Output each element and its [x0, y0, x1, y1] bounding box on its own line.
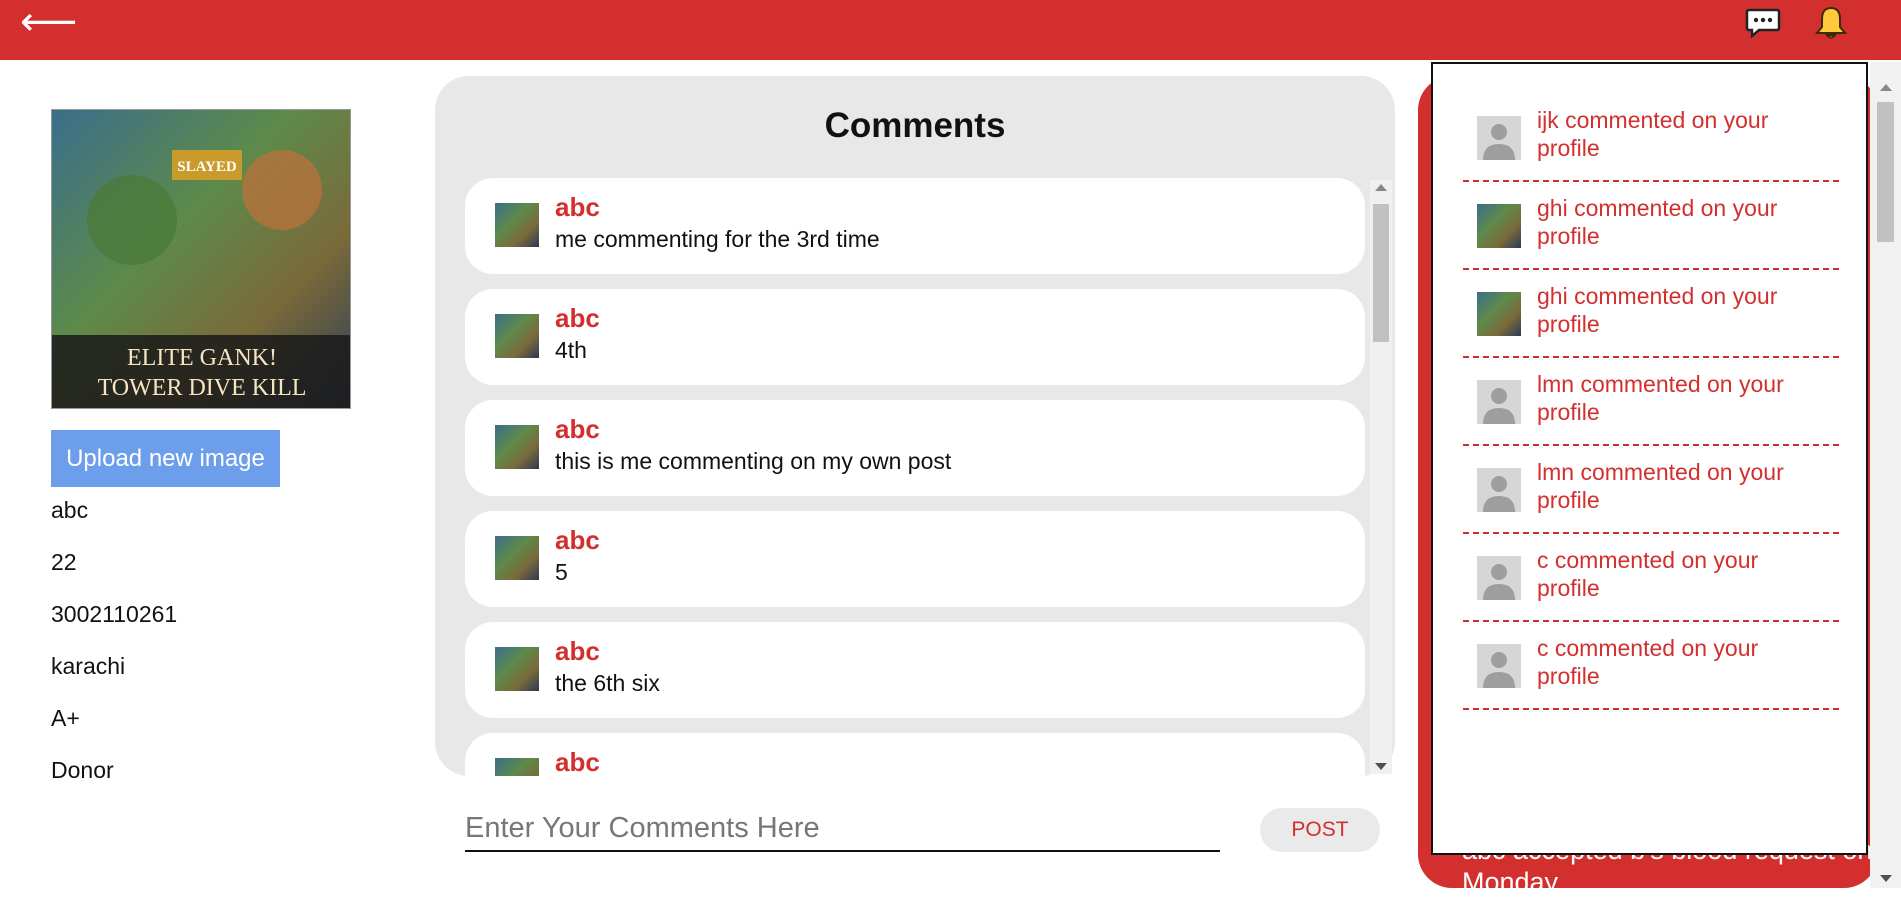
- default-avatar-icon: [1477, 116, 1521, 160]
- comment-text: me commenting for the 3rd time: [555, 226, 880, 252]
- comment-card: abc 4th: [465, 289, 1365, 385]
- notification-item[interactable]: ghi commented on your profile: [1463, 182, 1839, 270]
- comments-title: Comments: [824, 106, 1006, 145]
- comments-panel: Comments abc me commenting for the 3rd t…: [435, 76, 1395, 776]
- default-avatar-icon: [1477, 644, 1521, 688]
- comment-text: 4th: [555, 337, 587, 363]
- comment-avatar: [495, 314, 539, 358]
- notification-text: ghi commented on your profile: [1537, 195, 1778, 249]
- comments-scrollbar[interactable]: [1370, 180, 1392, 774]
- comment-author[interactable]: abc: [555, 303, 600, 334]
- comment-card: abc me commenting for the 3rd time: [465, 178, 1365, 274]
- notifications-dropdown: ijk commented on your profile ghi commen…: [1431, 62, 1868, 855]
- notification-text: c commented on your profile: [1537, 635, 1759, 689]
- user-avatar: [1477, 292, 1521, 336]
- user-avatar: [1477, 204, 1521, 248]
- profile-name: abc: [51, 497, 89, 523]
- comment-avatar: [495, 536, 539, 580]
- notification-item[interactable]: ghi commented on your profile: [1463, 270, 1839, 358]
- comment-text: 5: [555, 559, 568, 585]
- comment-text: this is me commenting on my own post: [555, 448, 952, 474]
- comment-card: abc this is me commenting on my own post: [465, 400, 1365, 496]
- comment-author[interactable]: abc: [555, 192, 600, 223]
- page-scrollbar[interactable]: [1870, 62, 1901, 888]
- comment-author[interactable]: abc: [555, 747, 600, 776]
- scroll-up-icon[interactable]: [1880, 84, 1892, 91]
- comment-author[interactable]: abc: [555, 525, 600, 556]
- profile-phone: 3002110261: [51, 601, 178, 627]
- chat-bubble-icon[interactable]: [1745, 8, 1781, 38]
- comment-avatar: [495, 203, 539, 247]
- notification-text: c commented on your profile: [1537, 547, 1759, 601]
- svg-text:TOWER DIVE KILL: TOWER DIVE KILL: [98, 375, 307, 401]
- svg-text:SLAYED: SLAYED: [177, 159, 237, 175]
- scrollbar-thumb[interactable]: [1373, 204, 1389, 342]
- comment-text: the 6th six: [555, 670, 660, 696]
- profile-city: karachi: [51, 653, 126, 679]
- scroll-down-icon[interactable]: [1375, 763, 1387, 770]
- profile-role: Donor: [51, 757, 114, 783]
- scroll-down-icon[interactable]: [1880, 875, 1892, 882]
- notification-item[interactable]: lmn commented on your profile: [1463, 446, 1839, 534]
- default-avatar-icon: [1477, 380, 1521, 424]
- comment-input[interactable]: [465, 806, 1220, 852]
- default-avatar-icon: [1477, 468, 1521, 512]
- top-bar: ⟵: [0, 0, 1901, 60]
- bell-icon[interactable]: [1814, 5, 1848, 41]
- scroll-up-icon[interactable]: [1375, 184, 1387, 191]
- profile-age: 22: [51, 549, 77, 575]
- notification-text: lmn commented on your profile: [1537, 371, 1784, 425]
- profile-image: SLAYED ELITE GANK! TOWER DIVE KILL: [51, 109, 351, 409]
- post-button[interactable]: POST: [1260, 808, 1380, 852]
- notification-item[interactable]: c commented on your profile: [1463, 622, 1839, 710]
- comment-author[interactable]: abc: [555, 414, 600, 445]
- comment-card: abc: [465, 733, 1365, 776]
- comment-author[interactable]: abc: [555, 636, 600, 667]
- comment-avatar: [495, 647, 539, 691]
- scrollbar-thumb[interactable]: [1877, 102, 1894, 242]
- default-avatar-icon: [1477, 556, 1521, 600]
- arrow-left-icon[interactable]: ⟵: [20, 2, 77, 42]
- comment-avatar: [495, 758, 539, 776]
- notification-item[interactable]: ijk commented on your profile: [1463, 94, 1839, 182]
- comment-card: abc the 6th six: [465, 622, 1365, 718]
- comments-list[interactable]: abc me commenting for the 3rd time abc 4…: [465, 178, 1365, 776]
- notification-text: lmn commented on your profile: [1537, 459, 1784, 513]
- notification-item[interactable]: lmn commented on your profile: [1463, 358, 1839, 446]
- profile-blood-group: A+: [51, 705, 80, 731]
- comment-avatar: [495, 425, 539, 469]
- svg-text:ELITE GANK!: ELITE GANK!: [127, 345, 277, 371]
- notification-item[interactable]: c commented on your profile: [1463, 534, 1839, 622]
- upload-image-button[interactable]: Upload new image: [51, 430, 280, 487]
- notification-text: ghi commented on your profile: [1537, 283, 1778, 337]
- comment-card: abc 5: [465, 511, 1365, 607]
- notification-text: ijk commented on your profile: [1537, 107, 1769, 161]
